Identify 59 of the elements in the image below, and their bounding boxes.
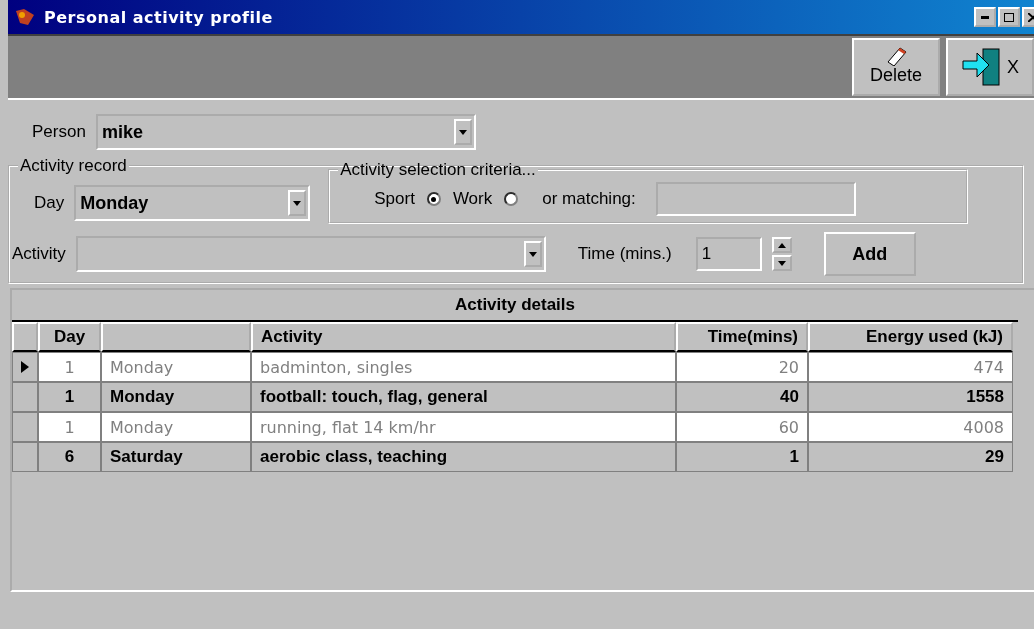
delete-button[interactable]: Delete [852,38,940,96]
table-cell: 1 [676,442,808,472]
table-cell: 1 [38,352,101,382]
table-cell: 6 [38,442,101,472]
column-header[interactable]: Activity [251,322,676,352]
day-dropdown[interactable]: Monday [74,185,311,221]
table-cell: Monday [101,382,251,412]
group-title: Activity record [19,156,128,176]
table-cell: 40 [676,382,808,412]
column-header[interactable]: Time(mins) [676,322,808,352]
caret-icon [777,260,786,266]
caret-icon [293,200,302,206]
maximize-icon [1004,12,1014,22]
group-title: Activity selection criteria... [339,160,537,180]
person-label: Person [32,122,86,142]
table-cell: football: touch, flag, general [251,382,676,412]
table-cell: 20 [676,352,808,382]
day-label: Day [33,193,65,213]
table-cell: Monday [101,352,251,382]
table-cell: badminton, singles [251,352,676,382]
minimize-icon [981,15,989,19]
pointer-icon [21,361,29,373]
table-cell: 474 [808,352,1013,382]
table-cell: Monday [101,412,251,442]
minimize-button[interactable] [974,7,996,27]
table-cell: 4008 [808,412,1013,442]
exit-button[interactable]: X [946,38,1034,96]
caret-icon [458,129,467,135]
row-indicator[interactable] [12,352,38,382]
time-field[interactable]: 1 [695,237,762,271]
radio-button[interactable] [426,192,441,206]
table-cell: 60 [676,412,808,442]
add-button[interactable]: Add [823,232,916,276]
table-cell: Saturday [101,442,251,472]
person-dropdown[interactable]: mike [95,114,476,150]
spin-down-button[interactable] [771,255,792,271]
window-title: Personal activity profile [44,7,273,27]
column-header[interactable]: Day [38,322,101,352]
caret-up-icon [777,242,786,248]
radio-label: Sport [374,189,415,209]
caret-icon [528,251,537,257]
table-cell: 1 [38,382,101,412]
radio-label: Work [452,189,493,209]
app-icon [14,7,36,27]
matching-field[interactable] [655,182,856,216]
table-cell: aerobic class, teaching [251,442,676,472]
table-cell: 1558 [808,382,1013,412]
column-header[interactable]: Energy used (kJ) [808,322,1013,352]
activity-label: Activity [12,244,66,264]
table-cell: 1 [38,412,101,442]
spin-up-button[interactable] [771,237,792,253]
maximize-button[interactable] [998,7,1020,27]
column-header[interactable] [101,322,251,352]
matching-label: or matching: [542,189,636,209]
radio-button[interactable] [504,192,519,206]
table-title: Activity details [12,290,1018,322]
time-label: Time (mins.) [577,244,672,264]
table-cell: 29 [808,442,1013,472]
table-cell: running, flat 14 km/hr [251,412,676,442]
